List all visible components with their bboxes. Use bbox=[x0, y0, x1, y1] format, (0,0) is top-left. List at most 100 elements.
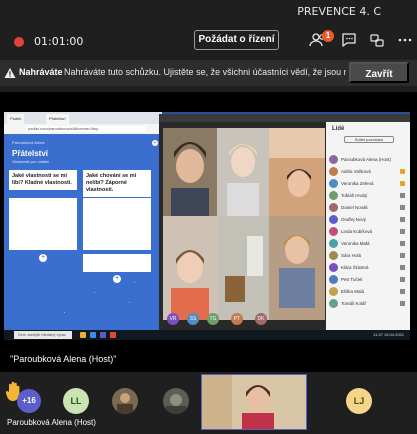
participant-name: Tobiáš Hrubý bbox=[341, 193, 368, 198]
breakout-rooms-icon[interactable] bbox=[367, 30, 387, 50]
participant-row: Daniel Novák bbox=[329, 202, 407, 214]
participant-row: Petr Tuček bbox=[329, 274, 407, 286]
more-participants-button[interactable]: +16 bbox=[17, 389, 41, 413]
more-options-icon[interactable] bbox=[395, 30, 415, 50]
participant-row: Tobiáš Hrubý bbox=[329, 190, 407, 202]
padlet-post bbox=[83, 254, 151, 272]
video-tile bbox=[269, 216, 325, 320]
shared-teams-window: Lidé Sdílet pozvánku Paroubková Alena (H… bbox=[159, 114, 410, 330]
participant-row: Klára Šťastná bbox=[329, 262, 407, 274]
request-control-button[interactable]: Požádat o řízení bbox=[194, 30, 279, 50]
participants-count-badge: 1 bbox=[322, 30, 334, 42]
warning-icon bbox=[4, 66, 16, 84]
people-panel: Lidé Sdílet pozvánku Paroubková Alena (H… bbox=[326, 122, 410, 330]
raised-hand-icon bbox=[400, 169, 405, 174]
padlet-column-heading: Jaké vlastnosti se mi líbí? Kladné vlast… bbox=[9, 170, 77, 191]
padlet-author: Paroubková Alena bbox=[12, 140, 45, 145]
background-dot bbox=[64, 312, 65, 313]
muted-icon bbox=[400, 193, 405, 198]
avatar bbox=[329, 179, 338, 188]
muted-icon bbox=[400, 265, 405, 270]
recording-icon bbox=[14, 37, 24, 47]
folder-icon bbox=[80, 332, 86, 338]
avatar bbox=[329, 287, 338, 296]
avatar bbox=[329, 275, 338, 284]
avatar bbox=[329, 227, 338, 236]
add-post-icon: + bbox=[39, 254, 47, 262]
browser-address-bar: padlet.com/paroubkova/s58xxnwer1dsp bbox=[4, 124, 162, 134]
video-grid bbox=[161, 126, 326, 322]
participant-row: Eliška Malá bbox=[329, 286, 407, 298]
participant-name: Ondřej Nový bbox=[341, 217, 367, 222]
participant-name: Eliška Malá bbox=[341, 289, 365, 294]
banner-title: Nahráváte bbox=[19, 67, 63, 77]
video-tile bbox=[163, 128, 217, 216]
avatar bbox=[329, 239, 338, 248]
meeting-title: PREVENCE 4. C bbox=[297, 5, 381, 18]
add-post-icon: + bbox=[113, 275, 121, 283]
edge-icon bbox=[90, 332, 96, 338]
avatar bbox=[329, 299, 338, 308]
app-icon bbox=[110, 332, 116, 338]
meeting-timer: 01:01:00 bbox=[34, 35, 84, 48]
padlet-post bbox=[83, 198, 151, 250]
shared-browser-window: Padlet Přátelství padlet.com/paroubkova/… bbox=[4, 112, 162, 330]
background-dot bbox=[129, 302, 130, 303]
muted-icon bbox=[400, 289, 405, 294]
browser-url: padlet.com/paroubkova/s58xxnwer1dsp bbox=[26, 126, 146, 132]
raised-hand-icon bbox=[400, 181, 405, 186]
participant-name: Linda Kubíková bbox=[341, 229, 373, 234]
teams-meeting-window: PREVENCE 4. C 01:01:00 Požádat o řízení … bbox=[0, 0, 417, 434]
padlet-column-heading: Jaké chování se mi nelíbí? Záporné vlast… bbox=[83, 170, 151, 198]
share-invite-button: Sdílet pozvánku bbox=[344, 136, 394, 143]
participant-name: Klára Šťastná bbox=[341, 265, 369, 270]
participant-row: Veronika Malá bbox=[329, 238, 407, 250]
background-dot bbox=[134, 282, 135, 283]
avatar[interactable]: LL bbox=[63, 388, 89, 414]
browser-tab-strip: Padlet Přátelství bbox=[4, 112, 162, 124]
shared-teams-titlebar bbox=[159, 114, 410, 122]
shared-screen: Padlet Přátelství padlet.com/paroubkova/… bbox=[4, 112, 410, 340]
avatar: SS bbox=[187, 313, 199, 325]
title-bar: PREVENCE 4. C bbox=[0, 0, 417, 22]
avatar bbox=[329, 203, 338, 212]
chat-icon[interactable] bbox=[339, 30, 359, 50]
participant-name: Tomáš Kolář bbox=[341, 301, 367, 306]
participant-name: Veronika Malá bbox=[341, 241, 370, 246]
avatar[interactable] bbox=[163, 388, 189, 414]
video-tile bbox=[217, 128, 269, 216]
muted-icon bbox=[400, 277, 405, 282]
avatar: DK bbox=[255, 313, 267, 325]
avatar: PT bbox=[231, 313, 243, 325]
participant-row: Adéla Vaňková bbox=[329, 166, 407, 178]
background-dot bbox=[94, 292, 95, 293]
muted-icon bbox=[400, 301, 405, 306]
muted-icon bbox=[400, 253, 405, 258]
taskbar-search: Sem zadejte hledaný výraz bbox=[14, 331, 72, 339]
participant-row: Sára Holá bbox=[329, 250, 407, 262]
avatar[interactable] bbox=[112, 388, 138, 414]
muted-icon bbox=[400, 229, 405, 234]
participant-row: Paroubková Alena (Host) bbox=[329, 154, 407, 166]
avatar: VR bbox=[167, 313, 179, 325]
avatar bbox=[329, 167, 338, 176]
avatar bbox=[329, 215, 338, 224]
teams-icon bbox=[100, 332, 106, 338]
participant-row: Veronika Zelená bbox=[329, 178, 407, 190]
self-video-name: Paroubková Alena (Host) bbox=[7, 418, 96, 427]
participant-name: Adéla Vaňková bbox=[341, 169, 371, 174]
presenter-label: "Paroubková Alena (Host)" bbox=[10, 354, 117, 364]
participant-row: Tomáš Kolář bbox=[329, 298, 407, 310]
muted-icon bbox=[400, 205, 405, 210]
participant-row: Linda Kubíková bbox=[329, 226, 407, 238]
participant-row: Ondřej Nový bbox=[329, 214, 407, 226]
shared-windows-taskbar: Sem zadejte hledaný výraz 11:37 15.04.20… bbox=[4, 330, 410, 340]
shared-teams-bottom-bar: VR SS TG PT DK bbox=[161, 310, 326, 328]
browser-tab: Přátelství bbox=[46, 114, 69, 124]
dismiss-banner-button[interactable]: Zavřít bbox=[349, 62, 409, 83]
self-video-tile[interactable] bbox=[201, 374, 307, 430]
avatar: TG bbox=[207, 313, 219, 325]
avatar[interactable]: LJ bbox=[346, 388, 372, 414]
muted-icon bbox=[400, 241, 405, 246]
browser-tab: Padlet bbox=[7, 114, 25, 124]
